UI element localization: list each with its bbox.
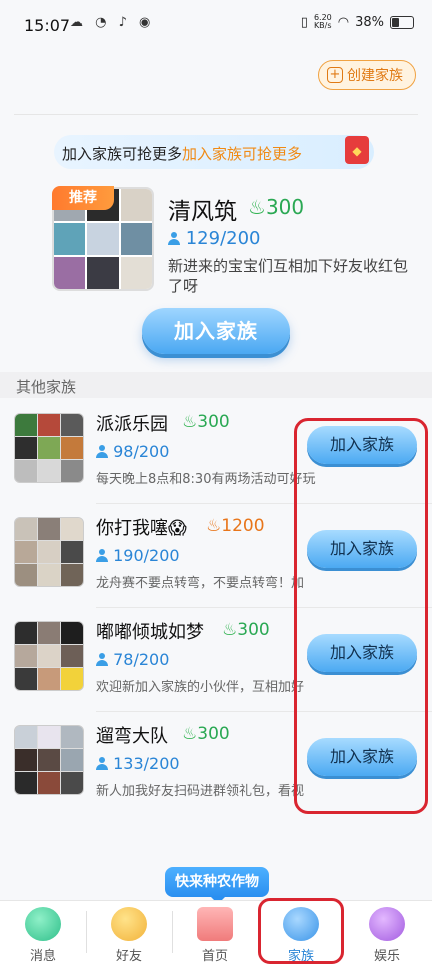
message-icon <box>25 907 61 941</box>
vibrate-icon: ▯ <box>300 14 308 30</box>
fire-icon: ♨ <box>206 516 222 536</box>
family-avatar <box>14 517 84 587</box>
red-envelope-icon: ◆ <box>345 136 369 164</box>
members-value: 129/200 <box>185 228 261 249</box>
family-tab-highlight <box>258 898 344 964</box>
family-name: 遛弯大队 <box>96 726 168 747</box>
farm-tooltip[interactable]: 快来种农作物 <box>165 867 269 904</box>
battery-icon <box>390 15 414 29</box>
recommended-badge: 推荐 <box>52 186 114 210</box>
tab-friends[interactable]: 好友 <box>86 901 172 965</box>
family-avatar <box>14 725 84 795</box>
family-members: 133/200 <box>96 754 180 773</box>
tab-label: 消息 <box>29 949 56 964</box>
promo-text-plain: 加入家族可抢更多 <box>62 145 183 163</box>
family-score: ♨1200 <box>206 516 265 536</box>
recommended-family-description: 新进来的宝宝们互相加下好友收红包了呀 <box>168 257 409 295</box>
fire-icon: ♨ <box>182 724 198 744</box>
family-score: ♨300 <box>182 724 230 744</box>
section-title: 其他家族 <box>16 378 77 396</box>
members-value: 78/200 <box>113 650 170 669</box>
family-members: 190/200 <box>96 546 180 565</box>
notification-icons: ☁ ◔ ♪ ◉ <box>70 15 155 30</box>
planet-icon <box>369 907 405 941</box>
fire-icon: ♨ <box>248 195 266 219</box>
members-value: 98/200 <box>113 442 170 461</box>
status-right: ▯ 6.20 KB/s ◠ 38% <box>301 14 414 30</box>
family-members: 78/200 <box>96 650 169 669</box>
tab-label: 好友 <box>115 949 142 964</box>
score-value: 300 <box>197 724 230 744</box>
fire-icon: ♨ <box>182 412 198 432</box>
family-score: ♨300 <box>182 412 230 432</box>
family-score: ♨300 <box>222 620 270 640</box>
tab-label: 娱乐 <box>373 949 400 964</box>
tab-messages[interactable]: 消息 <box>0 901 86 965</box>
status-time: 15:07 <box>24 16 71 35</box>
score-value: 300 <box>265 195 305 219</box>
plus-icon: + <box>327 67 343 83</box>
friends-icon <box>111 907 147 941</box>
net-speed: 6.20 KB/s <box>313 13 332 30</box>
recommended-family-name: 清风筑 <box>168 199 237 225</box>
promo-text-highlight: 加入家族可抢更多 <box>182 145 303 163</box>
score-value: 300 <box>237 620 270 640</box>
person-icon <box>96 549 108 562</box>
fire-icon: ♨ <box>222 620 238 640</box>
person-icon <box>168 232 180 245</box>
join-buttons-highlight <box>294 418 428 814</box>
battery-text: 38% <box>355 14 384 30</box>
status-bar: 15:07 ☁ ◔ ♪ ◉ ▯ 6.20 KB/s ◠ 38% <box>0 0 432 50</box>
create-family-label: 创建家族 <box>347 68 403 84</box>
wifi-icon: ◠ <box>337 14 350 30</box>
score-value: 1200 <box>221 516 265 536</box>
family-avatar <box>14 413 84 483</box>
person-icon <box>96 757 108 770</box>
family-name: 嘟嘟倾城如梦 <box>96 622 204 643</box>
promo-text: 加入家族可抢更多加入家族可抢更多 <box>62 143 302 164</box>
family-name: 派派乐园 <box>96 414 168 435</box>
members-value: 190/200 <box>113 546 180 565</box>
family-avatar <box>14 621 84 691</box>
recommended-family-members: 129/200 <box>168 228 261 249</box>
tab-entertainment[interactable]: 娱乐 <box>344 901 430 965</box>
join-recommended-button[interactable]: 加入家族 <box>142 308 290 354</box>
divider <box>14 114 418 115</box>
bottom-tab-bar: 消息 好友 首页 家族 娱乐 <box>0 900 432 965</box>
tab-label: 首页 <box>201 949 228 964</box>
person-icon <box>96 445 108 458</box>
score-value: 300 <box>197 412 230 432</box>
members-value: 133/200 <box>113 754 180 773</box>
recommended-family-score: ♨300 <box>248 195 304 219</box>
tab-home[interactable]: 首页 <box>172 901 258 965</box>
family-name: 你打我噻😱 <box>96 518 187 539</box>
create-family-button[interactable]: + 创建家族 <box>318 60 416 90</box>
person-icon <box>96 653 108 666</box>
family-members: 98/200 <box>96 442 169 461</box>
home-icon <box>197 907 233 941</box>
